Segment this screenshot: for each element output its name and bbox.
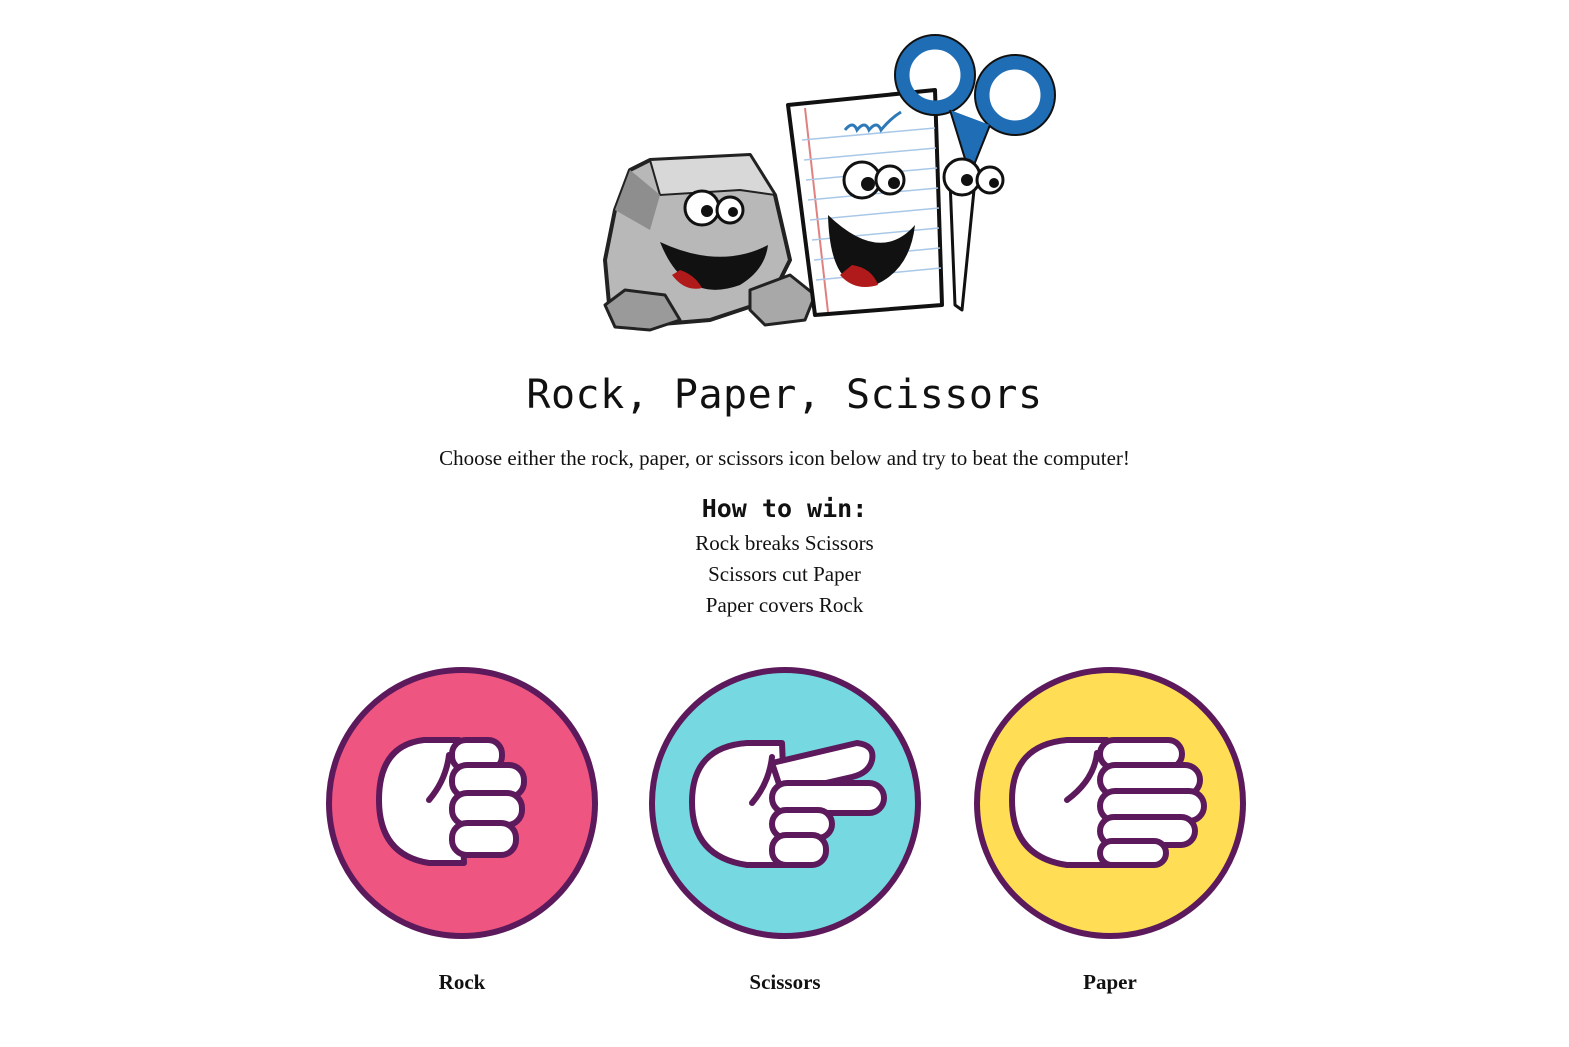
game-page: Rock, Paper, Scissors Choose either the … bbox=[0, 0, 1569, 1047]
fist-icon bbox=[326, 667, 598, 939]
scissors-button[interactable] bbox=[647, 665, 923, 941]
rock-button[interactable] bbox=[324, 665, 600, 941]
rule-item: Scissors cut Paper bbox=[708, 562, 861, 586]
rock-label: Rock bbox=[438, 970, 486, 994]
scissors-label: Scissors bbox=[749, 970, 821, 994]
rules-list: Rock breaks Scissors Scissors cut Paper … bbox=[0, 528, 1569, 621]
rule-item: Rock breaks Scissors bbox=[695, 531, 874, 555]
rock-paper-scissors-cartoon-icon bbox=[590, 30, 1070, 340]
how-to-win-heading: How to win: bbox=[701, 494, 868, 523]
open-hand-icon bbox=[974, 667, 1246, 939]
paper-label: Paper bbox=[1083, 970, 1137, 994]
page-title: Rock, Paper, Scissors bbox=[526, 372, 1043, 418]
scissors-hand-icon bbox=[649, 667, 921, 939]
instructions-text: Choose either the rock, paper, or scisso… bbox=[439, 446, 1130, 470]
paper-button[interactable] bbox=[972, 665, 1248, 941]
rule-item: Paper covers Rock bbox=[705, 593, 864, 617]
